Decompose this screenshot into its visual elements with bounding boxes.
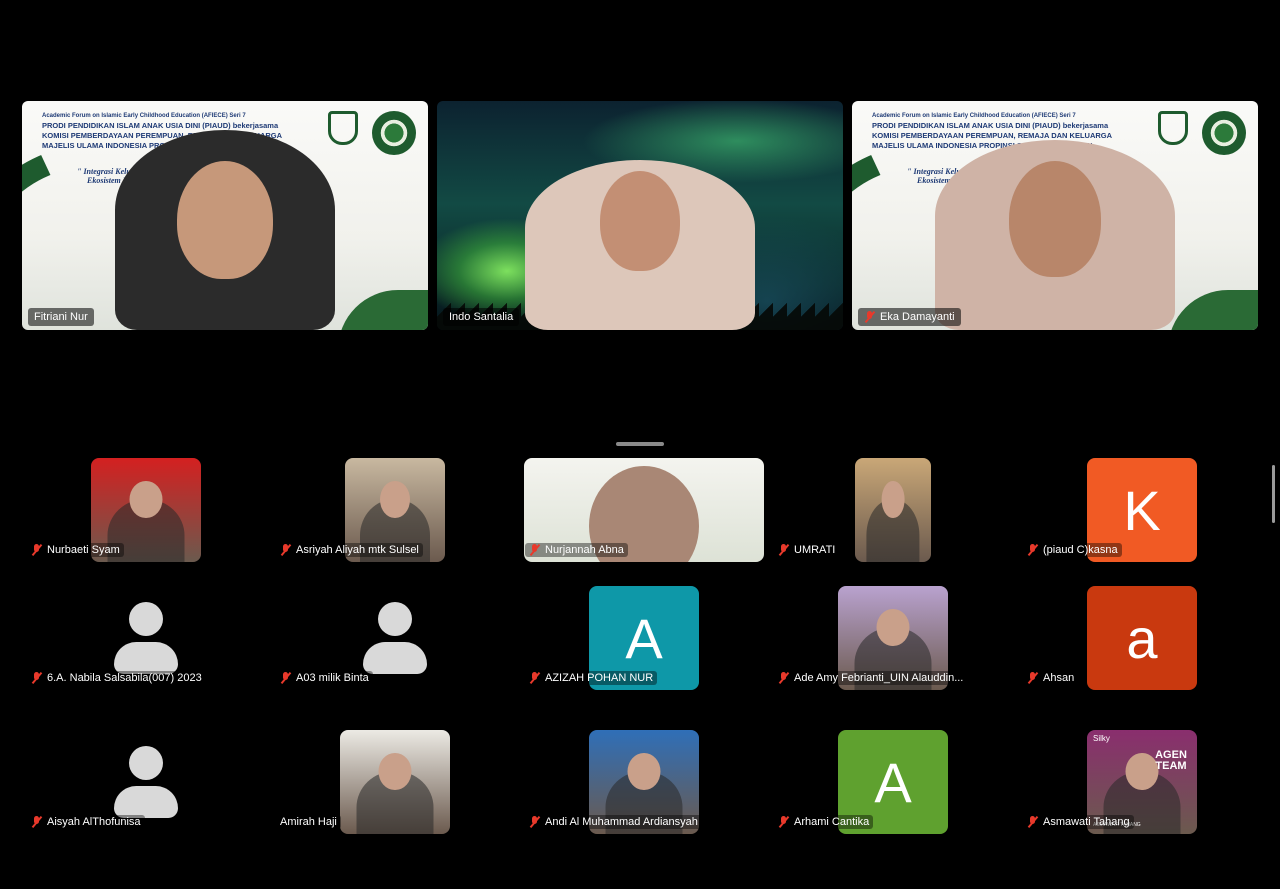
participant-tile[interactable]: Nurjannah Abna — [520, 458, 768, 598]
default-avatar-body — [114, 642, 178, 674]
name-tag: Amirah Haji — [276, 815, 341, 829]
default-avatar-body — [114, 786, 178, 818]
participant-photo — [340, 730, 450, 834]
participant-name: AZIZAH POHAN NUR — [545, 672, 654, 684]
name-tag: Ade Amy Febrianti_UIN Alauddin... — [774, 671, 968, 685]
participant-tile[interactable]: Ade Amy Febrianti_UIN Alauddin... — [769, 586, 1017, 726]
name-tag: Aisyah AlThofunisa — [27, 815, 145, 829]
name-tag: Indo Santalia — [443, 308, 520, 326]
mic-muted-icon — [778, 672, 790, 684]
mic-muted-icon — [31, 816, 43, 828]
card-brand: Silky — [1093, 734, 1110, 743]
video-tile-fitriani-nur[interactable]: Academic Forum on Islamic Early Childhoo… — [22, 101, 428, 330]
participant-face — [881, 480, 905, 519]
participant-name: Aisyah AlThofunisa — [47, 816, 141, 828]
banner-line-1: Academic Forum on Islamic Early Childhoo… — [42, 113, 246, 119]
mic-muted-icon — [31, 544, 43, 556]
participant-name: Asmawati Tahang — [1043, 816, 1130, 828]
banner-line-2: PRODI PENDIDIKAN ISLAM ANAK USIA DINI (P… — [42, 121, 279, 130]
mic-muted-icon — [778, 544, 790, 556]
default-avatar-head — [129, 602, 163, 636]
banner-line-2: PRODI PENDIDIKAN ISLAM ANAK USIA DINI (P… — [872, 121, 1109, 130]
uin-alauddin-logo — [328, 111, 358, 145]
mic-muted-icon — [280, 544, 292, 556]
name-tag: 6.A. Nabila Salsabila(007) 2023 — [27, 671, 206, 685]
participant-name: 6.A. Nabila Salsabila(007) 2023 — [47, 672, 202, 684]
participant-name: Amirah Haji — [280, 816, 337, 828]
mic-muted-icon — [1027, 816, 1039, 828]
mic-muted-icon — [864, 311, 876, 323]
participant-tile[interactable]: 6.A. Nabila Salsabila(007) 2023 — [22, 586, 270, 726]
mui-logo — [1202, 111, 1246, 155]
mic-muted-icon — [529, 544, 541, 556]
participant-name: Andi Al Muhammad Ardiansyah — [545, 816, 698, 828]
participant-tile[interactable]: Amirah Haji — [271, 730, 519, 870]
participant-name: UMRATI — [794, 544, 836, 556]
mui-logo — [372, 111, 416, 155]
name-tag: Ahsan — [1023, 671, 1079, 685]
name-tag: Nurbaeti Syam — [27, 543, 124, 557]
participant-name: Asriyah Aliyah mtk Sulsel — [296, 544, 419, 556]
name-tag: (piaud C)kasna — [1023, 543, 1122, 557]
name-tag: Nurjannah Abna — [525, 543, 628, 557]
participant-name: Eka Damayanti — [880, 311, 955, 323]
avatar-initial: K — [1123, 478, 1161, 542]
avatar-initial: A — [625, 606, 663, 670]
participant-tile[interactable]: Andi Al Muhammad Ardiansyah — [520, 730, 768, 870]
card-title: AGEN TEAM — [1155, 749, 1187, 772]
participant-tile[interactable]: A03 milik Binta — [271, 586, 519, 726]
participant-face — [177, 161, 273, 279]
name-tag: Asmawati Tahang — [1023, 815, 1134, 829]
participant-tile[interactable]: UMRATI — [769, 458, 1017, 598]
name-tag: A03 milik Binta — [276, 671, 373, 685]
initial-avatar: a — [1087, 586, 1197, 690]
video-tile-indo-santalia[interactable]: Indo Santalia — [437, 101, 843, 330]
participant-name: Nurbaeti Syam — [47, 544, 120, 556]
participant-tile[interactable]: A AZIZAH POHAN NUR — [520, 586, 768, 726]
mic-muted-icon — [31, 672, 43, 684]
participant-name: Nurjannah Abna — [545, 544, 624, 556]
name-tag: UMRATI — [774, 543, 840, 557]
participant-name: Arhami Cantika — [794, 816, 870, 828]
mic-muted-icon — [529, 672, 541, 684]
name-tag: AZIZAH POHAN NUR — [525, 671, 658, 685]
participant-name: Ahsan — [1043, 672, 1075, 684]
participant-tile[interactable]: K (piaud C)kasna — [1018, 458, 1266, 598]
mic-muted-icon — [1027, 544, 1039, 556]
default-avatar-head — [378, 602, 412, 636]
participant-face — [1009, 161, 1101, 277]
participant-tile[interactable]: Asriyah Aliyah mtk Sulsel — [271, 458, 519, 598]
uin-alauddin-logo — [1158, 111, 1188, 145]
mic-muted-icon — [778, 816, 790, 828]
banner-line-3: KOMISI PEMBERDAYAAN PEREMPUAN, REMAJA DA… — [872, 131, 1113, 140]
name-tag: Arhami Cantika — [774, 815, 874, 829]
participant-tile[interactable]: AGEN TEAM Silky ASMAWATI TAHANG Asmawati Ta… — [1018, 730, 1266, 870]
participant-tile[interactable]: A Arhami Cantika — [769, 730, 1017, 870]
video-tile-eka-damayanti[interactable]: Academic Forum on Islamic Early Childhoo… — [852, 101, 1258, 330]
avatar-initial: A — [874, 750, 912, 814]
participant-face — [600, 171, 680, 271]
name-tag: Eka Damayanti — [858, 308, 961, 326]
mic-muted-icon — [1027, 672, 1039, 684]
participant-tile[interactable]: Aisyah AlThofunisa — [22, 730, 270, 870]
participant-photo — [855, 458, 931, 562]
participant-tile[interactable]: Nurbaeti Syam — [22, 458, 270, 598]
scrollbar[interactable] — [1272, 465, 1275, 523]
avatar-initial: a — [1126, 606, 1158, 670]
mic-muted-icon — [280, 672, 292, 684]
name-tag: Asriyah Aliyah mtk Sulsel — [276, 543, 423, 557]
default-avatar-head — [129, 746, 163, 780]
participant-name: (piaud C)kasna — [1043, 544, 1118, 556]
participant-name: A03 milik Binta — [296, 672, 369, 684]
name-tag: Andi Al Muhammad Ardiansyah — [525, 815, 702, 829]
banner-line-1: Academic Forum on Islamic Early Childhoo… — [872, 113, 1076, 119]
participant-name: Ade Amy Febrianti_UIN Alauddin... — [794, 672, 964, 684]
mic-muted-icon — [529, 816, 541, 828]
participant-tile[interactable]: a Ahsan — [1018, 586, 1266, 726]
name-tag: Fitriani Nur — [28, 308, 94, 326]
drag-handle[interactable] — [616, 442, 664, 446]
participant-name: Indo Santalia — [449, 311, 514, 323]
default-avatar-body — [363, 642, 427, 674]
participant-name: Fitriani Nur — [34, 311, 88, 323]
